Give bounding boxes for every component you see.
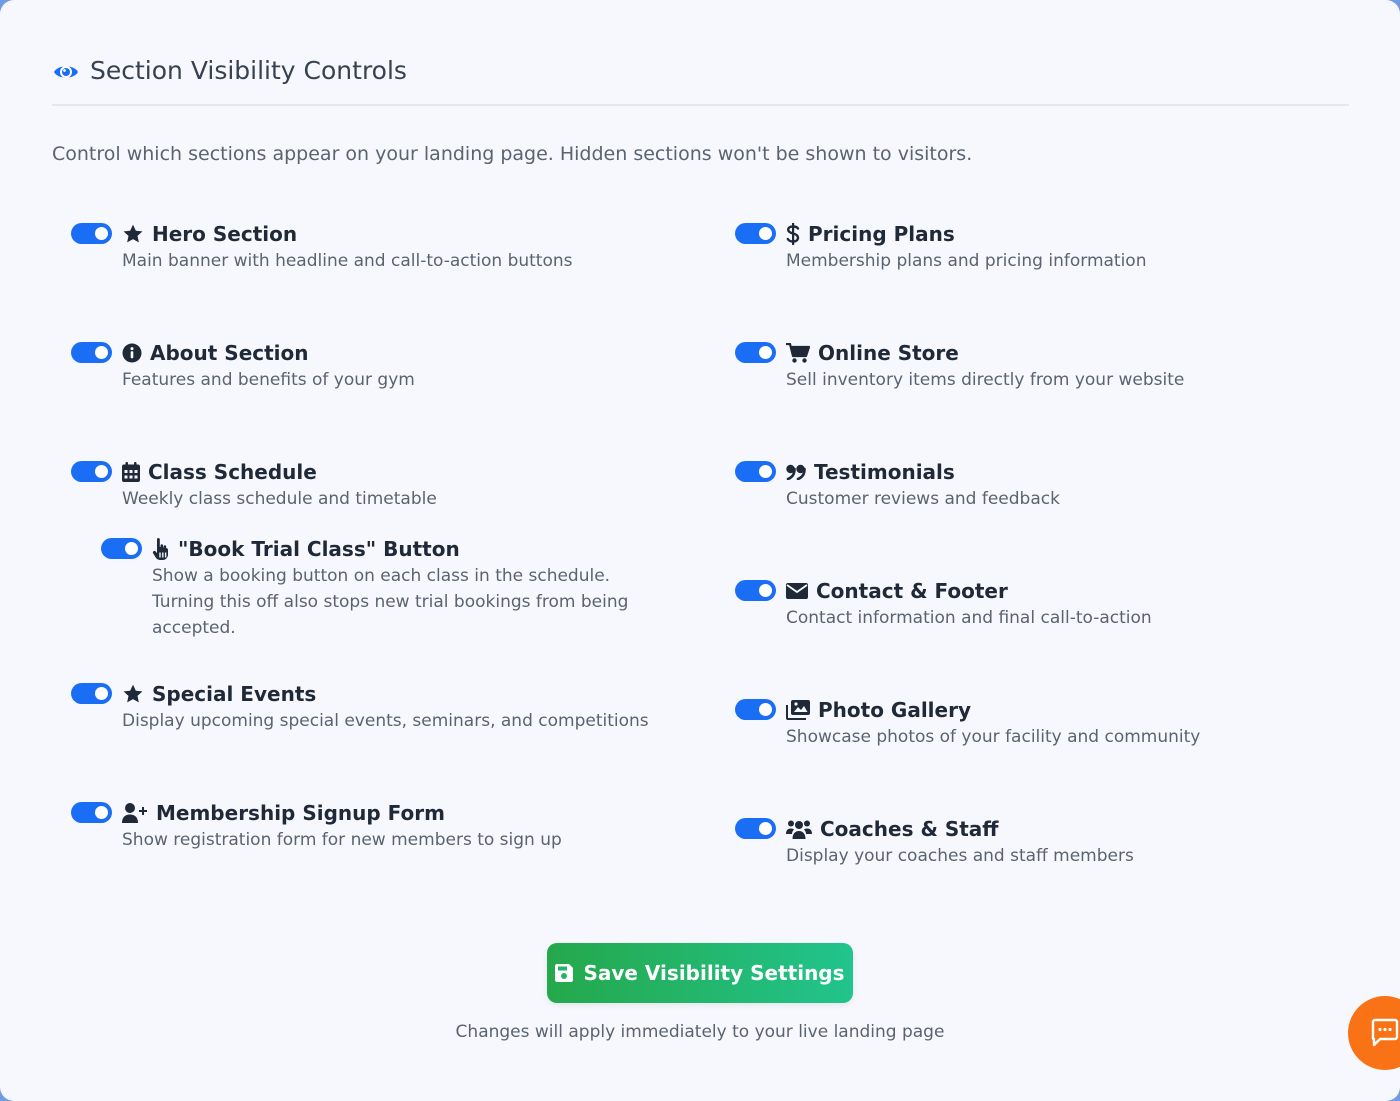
section-title: Photo Gallery <box>818 698 971 722</box>
dollar-icon <box>786 223 800 245</box>
section-item-hero: Hero Section Main banner with headline a… <box>71 221 573 274</box>
contact-footer-toggle[interactable] <box>735 580 776 601</box>
hand-pointer-icon <box>152 538 168 560</box>
section-item-store: Online Store Sell inventory items direct… <box>735 340 1184 393</box>
membership-signup-toggle[interactable] <box>71 802 112 823</box>
calendar-icon <box>122 462 140 482</box>
save-visibility-button[interactable]: Save Visibility Settings <box>547 943 853 1003</box>
special-events-toggle[interactable] <box>71 683 112 704</box>
section-title: Class Schedule <box>148 460 317 484</box>
section-title: About Section <box>150 341 309 365</box>
info-circle-icon <box>122 343 142 363</box>
visibility-panel: Section Visibility Controls Control whic… <box>0 0 1400 1101</box>
images-icon <box>786 700 810 720</box>
users-icon <box>786 820 812 839</box>
star-icon <box>123 684 143 703</box>
section-title: Special Events <box>152 682 317 706</box>
section-title: "Book Trial Class" Button <box>178 537 460 561</box>
floppy-disk-icon <box>555 964 574 982</box>
book-trial-toggle[interactable] <box>101 538 142 559</box>
section-description: Showcase photos of your facility and com… <box>786 727 1201 747</box>
section-item-coaches: Coaches & Staff Display your coaches and… <box>735 816 1134 869</box>
quote-icon <box>786 464 806 480</box>
section-description: Display your coaches and staff members <box>786 846 1134 866</box>
section-title: Testimonials <box>814 460 955 484</box>
section-item-about: About Section Features and benefits of y… <box>71 340 415 393</box>
section-description: Show a booking button on each class in t… <box>152 566 629 638</box>
section-item-contact: Contact & Footer Contact information and… <box>735 578 1152 631</box>
class-schedule-toggle[interactable] <box>71 461 112 482</box>
section-description: Membership plans and pricing information <box>786 251 1147 271</box>
section-title: Hero Section <box>152 222 298 246</box>
section-title: Pricing Plans <box>808 222 955 246</box>
panel-header: Section Visibility Controls <box>52 56 1349 106</box>
section-description: Contact information and final call-to-ac… <box>786 608 1152 628</box>
section-description: Customer reviews and feedback <box>786 489 1060 509</box>
section-title: Contact & Footer <box>816 579 1008 603</box>
section-item-trial-button: "Book Trial Class" Button Show a booking… <box>101 536 672 641</box>
photo-gallery-toggle[interactable] <box>735 699 776 720</box>
page-title: Section Visibility Controls <box>90 56 407 85</box>
section-item-events: Special Events Display upcoming special … <box>71 681 649 734</box>
save-button-label: Save Visibility Settings <box>583 961 845 985</box>
section-description: Features and benefits of your gym <box>122 370 415 390</box>
section-description: Main banner with headline and call-to-ac… <box>122 251 573 271</box>
chat-icon <box>1371 1018 1399 1047</box>
section-description: Sell inventory items directly from your … <box>786 370 1185 390</box>
pricing-plans-toggle[interactable] <box>735 223 776 244</box>
section-item-gallery: Photo Gallery Showcase photos of your fa… <box>735 697 1200 750</box>
section-description: Show registration form for new members t… <box>122 830 562 850</box>
eye-icon <box>54 66 78 78</box>
section-item-signup: Membership Signup Form Show registration… <box>71 800 562 853</box>
hero-section-toggle[interactable] <box>71 223 112 244</box>
section-title: Online Store <box>818 341 959 365</box>
section-description: Display upcoming special events, seminar… <box>122 711 649 731</box>
envelope-icon <box>786 583 808 599</box>
section-item-pricing: Pricing Plans Membership plans and prici… <box>735 221 1147 274</box>
shopping-cart-icon <box>786 343 810 363</box>
testimonials-toggle[interactable] <box>735 461 776 482</box>
coaches-staff-toggle[interactable] <box>735 818 776 839</box>
chat-button[interactable] <box>1348 996 1400 1070</box>
intro-text: Control which sections appear on your la… <box>52 143 973 165</box>
apply-note: Changes will apply immediately to your l… <box>455 1022 945 1042</box>
section-item-testimonials: Testimonials Customer reviews and feedba… <box>735 459 1060 512</box>
online-store-toggle[interactable] <box>735 342 776 363</box>
section-title: Coaches & Staff <box>820 817 999 841</box>
section-description: Weekly class schedule and timetable <box>122 489 437 509</box>
about-section-toggle[interactable] <box>71 342 112 363</box>
section-title: Membership Signup Form <box>156 801 445 825</box>
star-icon <box>123 224 143 243</box>
user-plus-icon <box>122 803 147 823</box>
section-item-schedule: Class Schedule Weekly class schedule and… <box>71 459 437 512</box>
